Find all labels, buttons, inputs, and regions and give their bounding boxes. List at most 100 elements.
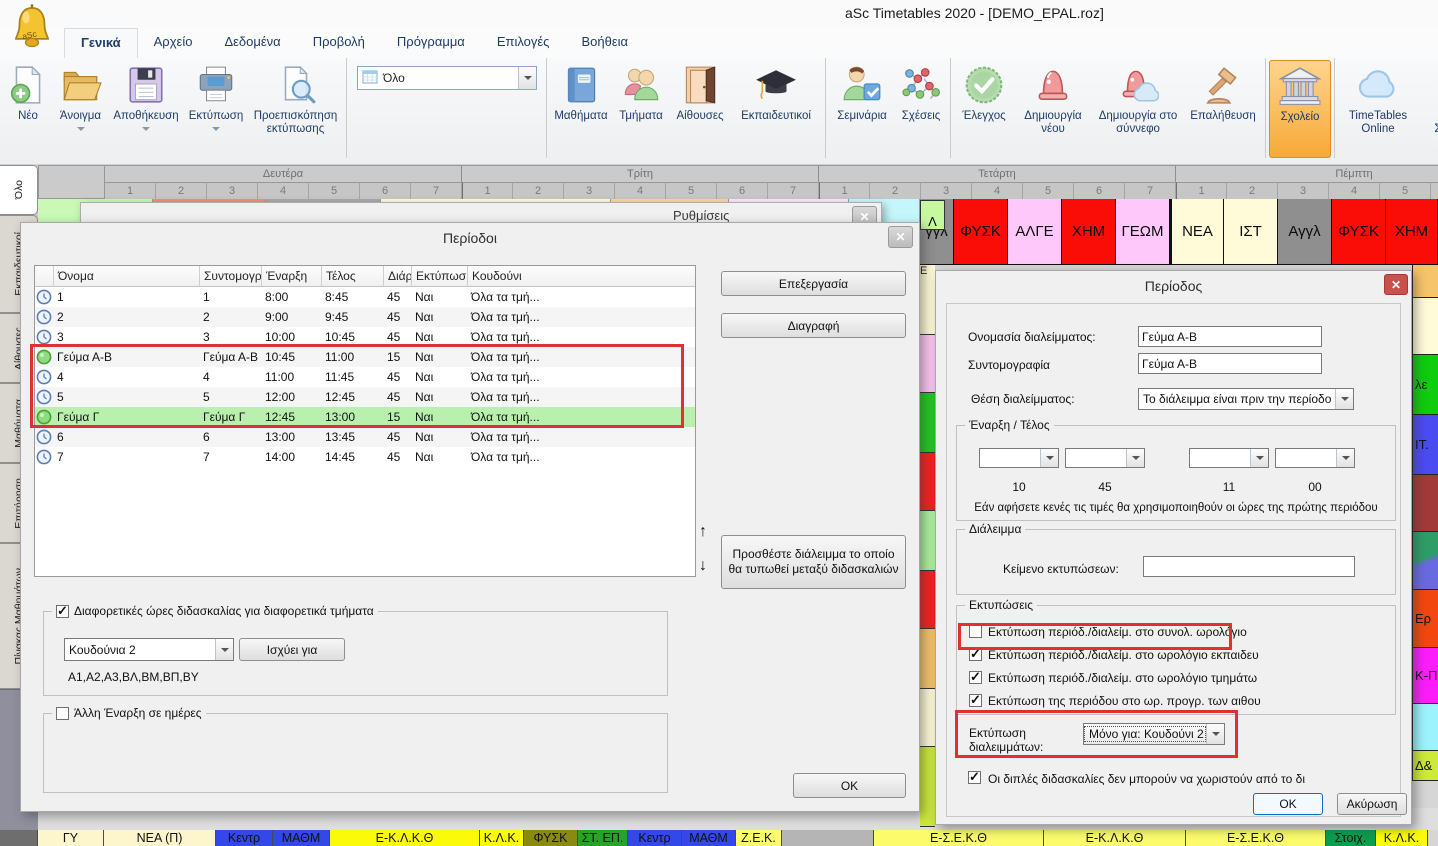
- menu-tab-6[interactable]: Βοήθεια: [565, 28, 644, 58]
- break-position-arrow[interactable]: [1335, 389, 1353, 409]
- applies-to-button[interactable]: Ισχύει για: [239, 638, 345, 661]
- menu-tab-0[interactable]: Γενικά: [64, 28, 138, 58]
- lesson-card[interactable]: ΜΑΘΜ: [682, 830, 736, 846]
- dropdown-arrow-icon[interactable]: [77, 127, 85, 135]
- lesson-card-partial[interactable]: [920, 571, 935, 629]
- printout-option-checkbox[interactable]: [969, 671, 982, 684]
- toolbar-button-online-0[interactable]: TimeTables Online: [1338, 60, 1418, 136]
- toolbar-button-file-3[interactable]: Εκτύπωση: [184, 60, 248, 135]
- add-break-button[interactable]: Προσθέστε διάλειμμα το οποίο θα τυπωθεί …: [721, 535, 906, 589]
- lesson-card[interactable]: Ε-Κ.Λ.Κ.Θ: [330, 830, 480, 846]
- lesson-card[interactable]: [0, 830, 38, 846]
- abbreviation-input[interactable]: [1138, 353, 1322, 374]
- toolbar-button-data-0[interactable]: Μαθήματα: [550, 60, 612, 123]
- period-row-1[interactable]: 118:008:4545ΝαιΌλα τα τμή...: [35, 287, 695, 307]
- menu-tab-2[interactable]: Δεδομένα: [208, 28, 296, 58]
- period-row-Γεύμα Γ[interactable]: Γεύμα ΓΓεύμα Γ12:4513:0015ΝαιΌλα τα τμή.…: [35, 407, 695, 427]
- lesson-card[interactable]: ΦΥΣΚ: [1332, 199, 1386, 265]
- different-hours-checkbox[interactable]: [56, 605, 69, 618]
- lesson-card-partial[interactable]: ΙΤ.: [1412, 415, 1438, 475]
- menu-tab-4[interactable]: Πρόγραμμα: [381, 28, 481, 58]
- toolbar-button-generate-3[interactable]: Επαλήθευση: [1184, 60, 1262, 123]
- period-row-3[interactable]: 3310:0010:4545ΝαιΌλα τα τμή...: [35, 327, 695, 347]
- toolbar-button-file-2[interactable]: Αποθήκευση: [108, 60, 184, 135]
- bells-combo[interactable]: Κουδούνια 2: [64, 638, 234, 661]
- toolbar-button-data-1[interactable]: Τμήματα: [612, 60, 670, 123]
- move-down-arrow[interactable]: ↓: [699, 557, 707, 575]
- edit-button[interactable]: Επεξεργασία: [721, 271, 906, 296]
- lesson-card-partial[interactable]: λε: [1412, 355, 1438, 415]
- lesson-card[interactable]: Ζ.Ε.Κ.: [736, 830, 782, 846]
- toolbar-button-generate-1[interactable]: Δημιουργία νέου: [1014, 60, 1092, 136]
- toolbar-button-file-0[interactable]: Νέο: [3, 60, 53, 123]
- lesson-card[interactable]: ΙΣΤ: [1224, 199, 1278, 265]
- end-hour-combo[interactable]: [1189, 448, 1269, 468]
- start-minute-combo[interactable]: [1065, 448, 1145, 468]
- lesson-card[interactable]: ΑΛΓΕ: [1008, 199, 1062, 265]
- lesson-card-partial[interactable]: [920, 511, 935, 571]
- lesson-card[interactable]: Ε-Κ.Λ.Κ.Θ: [1044, 830, 1186, 846]
- toolbar-button-seminars-0[interactable]: Σεμινάρια: [829, 60, 895, 123]
- period-row-7[interactable]: 7714:0014:4545ΝαιΌλα τα τμή...: [35, 447, 695, 467]
- column-header-1[interactable]: Συντομογρ...: [199, 266, 261, 286]
- toolbar-button-school-0[interactable]: Σχολείο: [1269, 60, 1331, 158]
- other-start-checkbox[interactable]: [56, 707, 69, 720]
- lesson-card-partial[interactable]: [920, 689, 935, 747]
- lesson-card-partial[interactable]: Ε: [920, 265, 935, 335]
- lesson-card[interactable]: Ε-Σ.Ε.Κ.Θ: [1186, 830, 1326, 846]
- move-up-arrow[interactable]: ↑: [699, 523, 707, 541]
- lesson-card[interactable]: ΝΕΑ (Π): [104, 830, 216, 846]
- toolbar-button-seminars-1[interactable]: Σχέσεις: [895, 60, 947, 123]
- period-row-2[interactable]: 229:009:4545ΝαιΌλα τα τμή...: [35, 307, 695, 327]
- period-row-Γεύμα Α-Β[interactable]: Γεύμα Α-ΒΓεύμα Α-Β10:4511:0015ΝαιΌλα τα …: [35, 347, 695, 367]
- lesson-card-partial[interactable]: [1412, 475, 1438, 532]
- print-breaks-combo[interactable]: Μόνο για: Κουδούνι 2: [1083, 723, 1225, 745]
- dropdown-arrow-icon[interactable]: [212, 127, 220, 135]
- lesson-card[interactable]: ΝΕΑ: [1170, 199, 1224, 265]
- column-header-3[interactable]: Τέλος: [321, 266, 383, 286]
- printout-option-checkbox[interactable]: [969, 694, 982, 707]
- print-breaks-arrow[interactable]: [1206, 724, 1224, 744]
- menu-tab-5[interactable]: Επιλογές: [481, 28, 566, 58]
- end-minute-combo[interactable]: [1275, 448, 1355, 468]
- lesson-card[interactable]: ΓΥ: [38, 830, 104, 846]
- period-ok-button[interactable]: OK: [1253, 793, 1323, 815]
- view-selector-combo[interactable]: Όλο: [357, 66, 537, 90]
- lesson-card-partial[interactable]: Κ-Π: [1412, 648, 1438, 704]
- dropdown-arrow-icon[interactable]: [142, 127, 150, 135]
- period-row-4[interactable]: 4411:0011:4545ΝαιΌλα τα τμή...: [35, 367, 695, 387]
- bells-combo-arrow[interactable]: [215, 639, 233, 660]
- lesson-card[interactable]: ΦΥΣΚ: [954, 199, 1008, 265]
- lesson-card-partial[interactable]: [1412, 704, 1438, 751]
- lesson-card-partial[interactable]: [920, 747, 935, 827]
- menu-tab-1[interactable]: Αρχείο: [138, 28, 209, 58]
- toolbar-button-online-1[interactable]: Έχετε Σχόλια;: [1418, 60, 1438, 136]
- column-header-4[interactable]: Διάρ...: [383, 266, 411, 286]
- break-name-input[interactable]: [1138, 326, 1322, 347]
- delete-button[interactable]: Διαγραφή: [721, 313, 906, 338]
- lesson-card[interactable]: Κεντρ: [628, 830, 682, 846]
- toolbar-button-file-1[interactable]: Άνοιγμα: [53, 60, 108, 135]
- break-position-combo[interactable]: Το διάλειμμα είναι πριν την περίοδο νουμ: [1138, 388, 1354, 410]
- start-hour-combo[interactable]: [979, 448, 1059, 468]
- lesson-card-partial[interactable]: [920, 335, 935, 393]
- lesson-card-partial[interactable]: [920, 393, 935, 453]
- lesson-card-partial[interactable]: [1412, 532, 1438, 590]
- toolbar-button-data-2[interactable]: Αίθουσες: [670, 60, 730, 123]
- lesson-card[interactable]: ΓΕΩΜ: [1116, 199, 1170, 265]
- period-row-6[interactable]: 6613:0013:4545ΝαιΌλα τα τμή...: [35, 427, 695, 447]
- lesson-card-partial[interactable]: [920, 629, 935, 689]
- lesson-card[interactable]: Κ.Λ.Κ.: [480, 830, 524, 846]
- lesson-card-partial[interactable]: Ερ: [1412, 590, 1438, 648]
- lesson-card[interactable]: ΜΑΘΜ: [273, 830, 330, 846]
- lesson-card[interactable]: Κ.Λ.Κ.: [1376, 830, 1428, 846]
- column-header-0[interactable]: Όνομα: [53, 266, 199, 286]
- lesson-card-partial[interactable]: [920, 453, 935, 511]
- column-header-2[interactable]: Έναρξη: [261, 266, 321, 286]
- lesson-card-partial[interactable]: [1412, 265, 1438, 298]
- lesson-card[interactable]: ΣΤ. ΕΠ.: [578, 830, 628, 846]
- period-close-icon[interactable]: [1384, 274, 1408, 295]
- printout-option-checkbox[interactable]: [969, 625, 982, 638]
- lesson-card-partial[interactable]: [1412, 298, 1438, 355]
- periods-close-icon[interactable]: [888, 226, 913, 248]
